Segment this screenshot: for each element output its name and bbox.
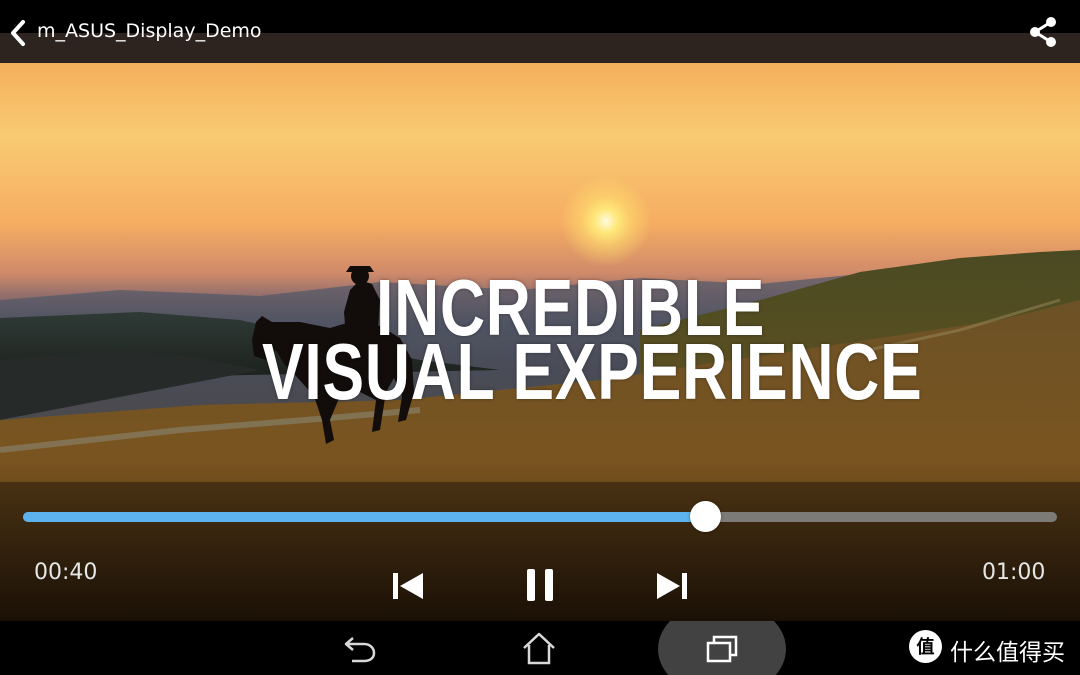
pause-icon[interactable] [522,566,558,604]
seek-bar[interactable] [23,501,1057,532]
seek-bar-progress [23,512,706,522]
video-player-screen: INCREDIBLE VISUAL EXPERIENCE m_ASUS_Disp… [0,0,1080,675]
back-icon[interactable] [340,629,380,669]
caption-line-2: VISUAL EXPERIENCE [262,327,923,416]
watermark-glyph: 值 [916,637,935,658]
skip-next-icon[interactable] [654,568,690,604]
playback-controls: 00:40 01:00 [0,482,1080,621]
watermark-text: 什么值得买 [950,640,1065,666]
total-duration: 01:00 [982,560,1046,585]
share-icon[interactable] [1026,15,1060,49]
home-icon[interactable] [519,629,559,669]
recent-apps-icon[interactable] [702,629,742,669]
watermark-logo: 值 什么值得买 [909,630,1069,666]
video-title: m_ASUS_Display_Demo [37,20,262,42]
skip-previous-icon[interactable] [390,568,426,604]
seek-bar-thumb[interactable] [690,501,722,532]
app-bar: m_ASUS_Display_Demo [0,0,1080,63]
current-time: 00:40 [34,560,98,585]
chevron-left-icon[interactable] [6,18,30,48]
